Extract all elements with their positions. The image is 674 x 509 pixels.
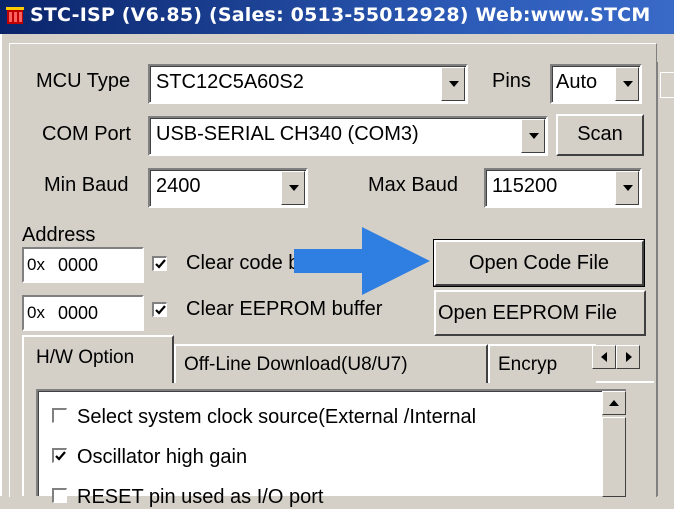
- tab-offline-download[interactable]: Off-Line Download(U8/U7): [174, 344, 488, 383]
- select-clock-source-label: Select system clock source(External /Int…: [77, 406, 477, 428]
- options-scrollbar[interactable]: [602, 391, 626, 497]
- com-port-select[interactable]: USB-SERIAL CH340 (COM3): [148, 116, 548, 156]
- pins-select[interactable]: Auto: [550, 64, 642, 104]
- com-port-value: USB-SERIAL CH340 (COM3): [156, 123, 419, 145]
- eeprom-address-prefix: 0x: [27, 303, 45, 322]
- chevron-down-icon: [623, 81, 633, 87]
- chevron-down-icon: [623, 185, 633, 191]
- frame-edge: [0, 34, 2, 496]
- mcu-type-dropdown-button[interactable]: [441, 67, 465, 101]
- max-baud-label: Max Baud: [368, 174, 459, 196]
- min-baud-value: 2400: [156, 175, 201, 197]
- scan-button-label: Scan: [577, 123, 623, 145]
- right-panel-edge: [656, 62, 674, 496]
- mcu-type-label: MCU Type: [36, 70, 131, 92]
- check-icon: [155, 305, 166, 315]
- max-baud-value: 115200: [492, 175, 558, 197]
- oscillator-gain-label: Oscillator high gain: [77, 446, 248, 468]
- arrow-left-icon: [601, 352, 607, 362]
- hw-options-list: Select system clock source(External /Int…: [36, 389, 626, 508]
- eeprom-address-value: 0000: [58, 303, 99, 323]
- max-baud-dropdown-button[interactable]: [615, 171, 639, 205]
- code-address-value: 0000: [58, 255, 99, 275]
- chevron-down-icon: [289, 185, 299, 191]
- open-eeprom-file-label: Open EEPROM File: [438, 302, 617, 324]
- chevron-down-icon: [449, 81, 459, 87]
- eeprom-address-field[interactable]: 0x 0000: [22, 295, 144, 331]
- com-port-label: COM Port: [42, 123, 131, 145]
- pins-dropdown-button[interactable]: [615, 67, 639, 101]
- open-code-file-button[interactable]: Open Code File: [433, 239, 645, 287]
- title-bar: STC-ISP (V6.85) (Sales: 0513-55012928) W…: [0, 0, 674, 34]
- tab-encrypt[interactable]: Encryp: [488, 344, 596, 383]
- tab-hw-option-label: H/W Option: [36, 347, 135, 368]
- scroll-thumb[interactable]: [602, 417, 626, 497]
- check-icon: [55, 451, 66, 461]
- list-item[interactable]: Select system clock source(External /Int…: [52, 406, 476, 429]
- chevron-down-icon: [529, 133, 539, 139]
- oscillator-gain-checkbox[interactable]: [52, 448, 67, 464]
- clear-eeprom-checkbox[interactable]: [152, 302, 167, 317]
- code-address-field[interactable]: 0x 0000: [22, 247, 144, 283]
- address-label: Address: [22, 224, 96, 246]
- window-title: STC-ISP (V6.85) (Sales: 0513-55012928) W…: [30, 4, 651, 26]
- code-address-prefix: 0x: [27, 255, 45, 274]
- mcu-type-value: STC12C5A60S2: [156, 71, 304, 93]
- arrow-up-icon: [609, 400, 619, 406]
- tab-hw-option[interactable]: H/W Option: [22, 335, 174, 383]
- scroll-up-button[interactable]: [602, 391, 626, 415]
- reset-pin-io-label: RESET pin used as I/O port: [77, 486, 324, 508]
- select-clock-source-checkbox[interactable]: [52, 408, 67, 424]
- tab-encrypt-label: Encryp: [498, 354, 558, 375]
- mcu-type-select[interactable]: STC12C5A60S2: [148, 64, 468, 104]
- open-code-file-label: Open Code File: [468, 252, 610, 274]
- list-item[interactable]: RESET pin used as I/O port: [52, 486, 323, 509]
- min-baud-label: Min Baud: [44, 174, 129, 196]
- clear-code-checkbox[interactable]: [152, 256, 167, 271]
- annotation-arrow-icon: [294, 227, 430, 295]
- tab-offline-download-label: Off-Line Download(U8/U7): [184, 354, 408, 375]
- max-baud-select[interactable]: 115200: [484, 168, 642, 208]
- open-eeprom-file-button[interactable]: Open EEPROM File: [434, 290, 646, 336]
- tab-scroll-left-button[interactable]: [592, 345, 616, 369]
- pins-label: Pins: [492, 70, 531, 92]
- scan-button[interactable]: Scan: [556, 114, 644, 156]
- app-icon: [6, 7, 24, 24]
- check-icon: [155, 259, 166, 269]
- clear-eeprom-label[interactable]: Clear EEPROM buffer: [186, 298, 382, 321]
- list-item[interactable]: Oscillator high gain: [52, 446, 247, 469]
- min-baud-dropdown-button[interactable]: [281, 171, 305, 205]
- min-baud-select[interactable]: 2400: [148, 168, 308, 208]
- arrow-right-icon: [626, 352, 632, 362]
- com-port-dropdown-button[interactable]: [521, 119, 545, 153]
- pins-value: Auto: [556, 71, 598, 93]
- tab-scroll-right-button[interactable]: [616, 345, 640, 369]
